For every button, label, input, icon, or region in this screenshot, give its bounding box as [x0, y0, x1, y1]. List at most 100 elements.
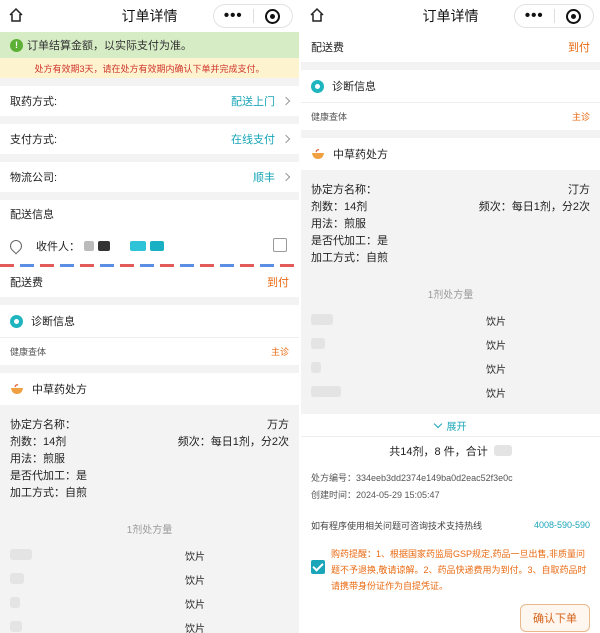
chevron-right-icon: [281, 172, 291, 182]
herb-row: 饮片: [10, 569, 289, 593]
herb-row: 饮片: [311, 382, 590, 406]
dose-frequency: 频次：每日1剂，分2次: [177, 436, 289, 448]
hotline-number[interactable]: 4008-590-590: [534, 520, 590, 530]
delivery-fee-row: 配送费 到付: [301, 32, 600, 62]
processing-flag: 是否代加工：是: [10, 470, 87, 482]
delivery-fee-row: 配送费 到付: [0, 267, 299, 297]
info-icon: !: [10, 38, 23, 52]
dose-count: 剂数：14剂: [311, 201, 368, 213]
edit-icon[interactable]: [273, 238, 287, 252]
diagnosis-item: 健康查体 主诊: [0, 337, 299, 365]
redacted-block: [84, 241, 94, 251]
purchase-tips-text: 购药提醒：1、根据国家药监局GSP规定,药品一旦出售,非质量问题不予退换,敬请谅…: [331, 549, 587, 591]
order-total-text: 共14剂，8 件，合计: [389, 445, 488, 458]
chevron-right-icon: [281, 134, 291, 144]
herb-unit: 饮片: [486, 388, 506, 400]
dose-count: 剂数：14剂: [10, 436, 67, 448]
expand-button[interactable]: 展开: [301, 414, 600, 436]
address-body[interactable]: 收件人：: [0, 228, 299, 264]
delivery-fee-label: 配送费: [10, 277, 43, 289]
prescription-details: 协定方名称： 汀方 剂数：14剂 频次：每日1剂，分2次 用法：煎服 是否代加工…: [301, 170, 600, 414]
settlement-notice: ! 订单结算金额，以实际支付为准。: [0, 32, 299, 58]
formula-name-label: 协定方名称：: [10, 419, 76, 431]
redacted-herb-name: [311, 361, 321, 373]
herb-bowl-icon: [312, 149, 324, 159]
purchase-tips: 购药提醒：1、根据国家药监局GSP规定,药品一旦出售,非质量问题不予退换,敬请谅…: [301, 540, 600, 600]
pickup-method-label: 取药方式:: [10, 96, 58, 108]
support-hotline: 如有程序使用相关问题可咨询技术支持热线 4008-590-590: [301, 510, 600, 540]
herb-unit: 饮片: [185, 551, 205, 563]
formula-name-value: 万方: [267, 419, 289, 431]
redacted-herb-name: [10, 572, 24, 584]
prescription-title: 中草药处方: [32, 384, 87, 396]
logistics-row[interactable]: 物流公司: 顺丰: [0, 162, 299, 192]
diagnosis-icon: [10, 314, 23, 328]
pickup-method-value: 配送上门: [231, 93, 291, 109]
more-icon[interactable]: •••: [214, 6, 253, 26]
prescription-details: 协定方名称： 万方 剂数：14剂 频次：每日1剂，分2次 用法：煎服 是否代加工…: [0, 405, 299, 633]
bottom-action-bar: 确认下单: [301, 600, 600, 633]
chevron-down-icon: [433, 419, 442, 428]
more-icon[interactable]: •••: [515, 6, 554, 26]
formula-name-value: 汀方: [568, 184, 590, 196]
chevron-right-icon: [281, 96, 291, 106]
redacted-block: [130, 241, 146, 251]
redacted-herb-name: [10, 548, 32, 560]
diagnosis-header: 诊断信息: [301, 70, 600, 102]
herb-unit: 饮片: [185, 623, 205, 633]
redacted-herb-name: [311, 385, 341, 397]
processing-method: 加工方式：自煎: [10, 487, 87, 499]
settlement-notice-text: 订单结算金额，以实际支付为准。: [27, 40, 192, 52]
herb-row: 饮片: [10, 617, 289, 633]
herb-row: 饮片: [311, 334, 590, 358]
diagnosis-icon: [311, 79, 324, 93]
prescription-title: 中草药处方: [333, 149, 388, 161]
herb-row: 饮片: [311, 310, 590, 334]
herb-row: 饮片: [10, 593, 289, 617]
mini-program-capsule: •••: [213, 4, 293, 28]
logistics-value: 顺丰: [253, 169, 291, 185]
hotline-label: 如有程序使用相关问题可咨询技术支持热线: [311, 520, 483, 531]
diagnosis-name: 健康查体: [311, 112, 348, 122]
screenshot-composite: 订单详情 ••• ! 订单结算金额，以实际支付为准。 处方有效期3天，请在处方有…: [0, 0, 600, 633]
redacted-herb-name: [10, 620, 22, 632]
redacted-block: [150, 241, 164, 251]
redacted-herb-name: [311, 313, 333, 325]
diagnosis-title: 诊断信息: [332, 81, 376, 93]
prescription-header: 中草药处方: [0, 373, 299, 405]
home-icon[interactable]: [309, 7, 325, 23]
diagnosis-item: 健康查体 主诊: [301, 102, 600, 130]
single-dose-title: 1剂处方量: [126, 525, 173, 536]
address-card: 配送信息 收件人：: [0, 200, 299, 267]
delivery-fee-value: 到付: [568, 42, 590, 54]
diagnosis-header: 诊断信息: [0, 305, 299, 337]
formula-name-label: 协定方名称：: [311, 184, 377, 196]
herb-unit: 饮片: [486, 316, 506, 328]
delivery-fee-value: 到付: [267, 277, 289, 289]
diagnosis-name: 健康查体: [10, 347, 47, 357]
payment-method-value: 在线支付: [231, 131, 291, 147]
close-target-icon[interactable]: [555, 8, 594, 24]
address-title: 配送信息: [10, 209, 54, 221]
processing-method: 加工方式：自煎: [311, 252, 388, 264]
close-target-icon[interactable]: [254, 8, 293, 24]
home-icon[interactable]: [8, 7, 24, 23]
herb-unit: 饮片: [486, 364, 506, 376]
logistics-label: 物流公司:: [10, 172, 58, 184]
payment-method-row[interactable]: 支付方式: 在线支付: [0, 124, 299, 154]
created-time: 创建时间：2024-05-29 15:05:47: [311, 490, 440, 500]
pickup-method-row[interactable]: 取药方式: 配送上门: [0, 86, 299, 116]
agree-checkbox[interactable]: [311, 560, 325, 574]
herb-unit: 饮片: [486, 340, 506, 352]
confirm-order-button[interactable]: 确认下单: [520, 604, 590, 632]
single-dose-title: 1剂处方量: [427, 290, 474, 301]
prescription-number: 处方编号：334eeb3dd2374e149ba0d2eac52f3e0c: [311, 473, 513, 483]
redacted-herb-name: [10, 596, 20, 608]
herb-bowl-icon: [11, 384, 23, 394]
prescription-meta: 处方编号：334eeb3dd2374e149ba0d2eac52f3e0c 创建…: [301, 464, 600, 510]
right-screen: 订单详情 ••• 配送费 到付 诊断信息 健康查体 主诊 中草药处方 协定方名称…: [301, 0, 600, 633]
redacted-amount: [493, 445, 512, 456]
diagnosis-title: 诊断信息: [31, 316, 75, 328]
diagnosis-tag: 主诊: [270, 347, 289, 357]
prescription-header: 中草药处方: [301, 138, 600, 170]
